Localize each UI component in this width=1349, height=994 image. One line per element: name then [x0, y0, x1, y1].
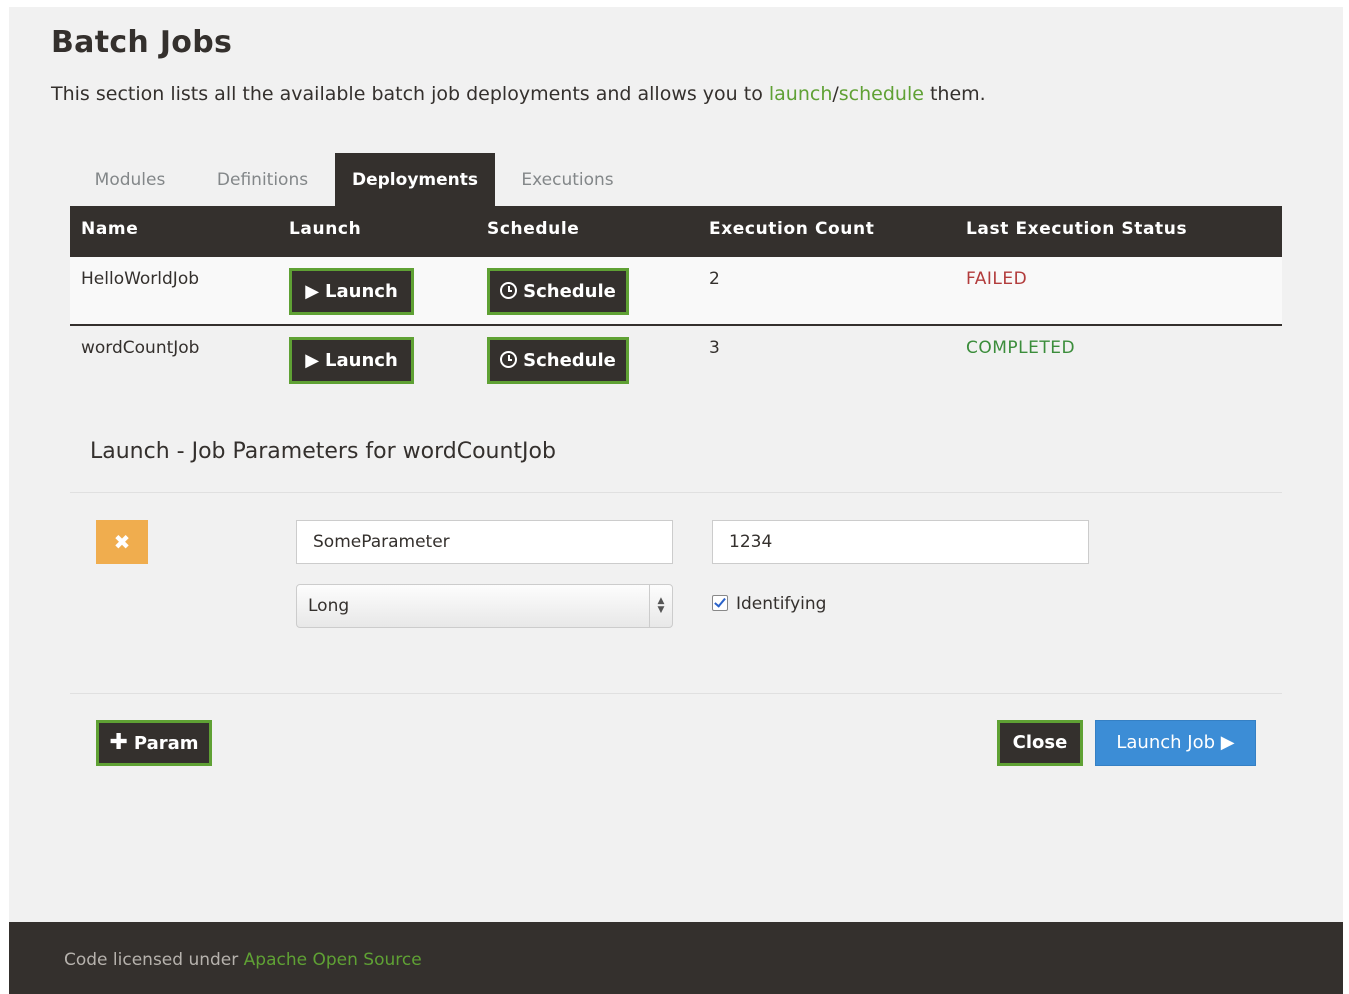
identifying-label: Identifying — [736, 594, 827, 614]
schedule-button-label: Schedule — [523, 281, 616, 302]
column-header-name: Name — [81, 219, 139, 239]
launch-button-label: Launch — [325, 350, 398, 371]
footer: Code licensed under Apache Open Source — [9, 922, 1343, 994]
play-icon: ▶ — [305, 350, 320, 371]
launch-button[interactable]: ▶ Launch — [289, 337, 414, 384]
identifying-checkbox[interactable] — [712, 595, 728, 611]
status-badge: COMPLETED — [966, 338, 1076, 358]
divider — [70, 492, 1282, 493]
schedule-button[interactable]: Schedule — [487, 337, 629, 384]
launch-job-label: Launch Job — [1116, 732, 1216, 753]
clock-icon — [500, 351, 518, 368]
description-text: This section lists all the available bat… — [51, 83, 769, 105]
execution-count: 2 — [709, 269, 720, 289]
close-button-label: Close — [1012, 732, 1068, 753]
table-row: HelloWorldJob ▶ Launch Schedule 2 FAILED — [70, 257, 1282, 326]
remove-param-button[interactable]: ✖ — [96, 520, 148, 564]
play-icon: ▶ — [1220, 732, 1235, 753]
job-name: HelloWorldJob — [81, 269, 200, 289]
schedule-button[interactable]: Schedule — [487, 268, 629, 315]
column-header-launch: Launch — [289, 219, 362, 239]
launch-form-title: Launch - Job Parameters for wordCountJob — [90, 439, 556, 464]
description-suffix: them. — [923, 83, 986, 105]
launch-link[interactable]: launch — [769, 83, 833, 105]
launch-button-label: Launch — [325, 281, 398, 302]
schedule-button-label: Schedule — [523, 350, 616, 371]
table-row: wordCountJob ▶ Launch Schedule 3 COMPLETE… — [70, 326, 1282, 395]
footer-text: Code licensed under Apache Open Source — [64, 950, 422, 970]
schedule-link[interactable]: schedule — [839, 83, 924, 105]
tab-executions[interactable]: Executions — [495, 153, 640, 207]
select-arrows-icon: ▲ ▼ — [649, 585, 672, 627]
clock-icon — [500, 282, 518, 299]
close-button[interactable]: Close — [997, 720, 1083, 766]
column-header-last-status: Last Execution Status — [966, 219, 1188, 239]
column-header-schedule: Schedule — [487, 219, 580, 239]
plus-icon: ✚ — [109, 730, 128, 755]
license-link[interactable]: Apache Open Source — [244, 950, 422, 970]
play-icon: ▶ — [305, 281, 320, 302]
param-name-input[interactable] — [296, 520, 673, 564]
tab-definitions[interactable]: Definitions — [190, 153, 335, 207]
job-name: wordCountJob — [81, 338, 200, 358]
close-icon: ✖ — [113, 530, 131, 554]
page-description: This section lists all the available bat… — [51, 83, 986, 105]
table-header: Name Launch Schedule Execution Count Las… — [70, 206, 1282, 257]
divider — [70, 693, 1282, 694]
page-title: Batch Jobs — [51, 25, 233, 60]
status-badge: FAILED — [966, 269, 1028, 289]
add-param-button[interactable]: ✚ Param — [96, 720, 212, 766]
tab-modules[interactable]: Modules — [70, 153, 190, 207]
tab-deployments[interactable]: Deployments — [335, 153, 495, 207]
param-type-value: Long — [308, 596, 350, 616]
launch-button[interactable]: ▶ Launch — [289, 268, 414, 315]
param-type-select[interactable]: Long ▲ ▼ — [296, 584, 673, 628]
param-value-input[interactable] — [712, 520, 1089, 564]
execution-count: 3 — [709, 338, 720, 358]
launch-job-button[interactable]: Launch Job ▶ — [1095, 720, 1256, 766]
add-param-label: Param — [133, 733, 199, 754]
identifying-checkbox-field[interactable]: Identifying — [712, 594, 826, 614]
footer-label: Code licensed under — [64, 950, 244, 970]
page: Batch Jobs This section lists all the av… — [9, 7, 1343, 994]
column-header-execution-count: Execution Count — [709, 219, 875, 239]
